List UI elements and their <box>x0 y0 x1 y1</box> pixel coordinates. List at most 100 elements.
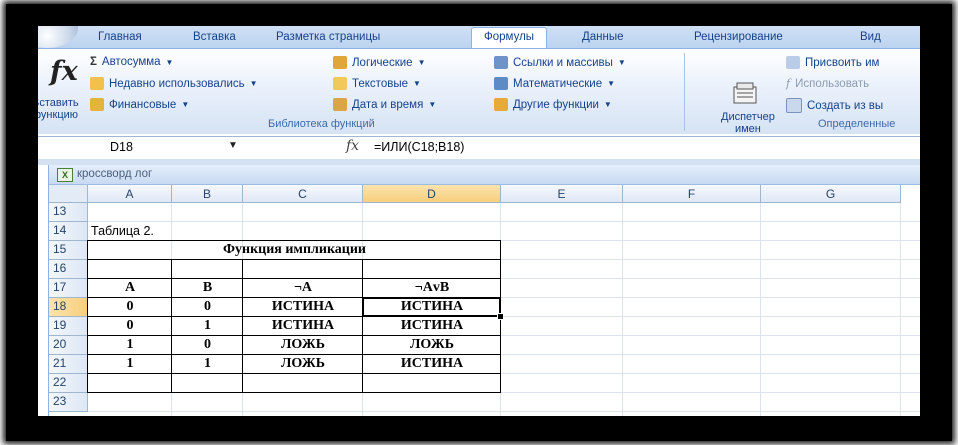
table-cell[interactable]: 0 <box>172 337 243 353</box>
table-cell[interactable]: ИСТИНА <box>363 356 501 372</box>
dropdown-arrow-icon: ▼ <box>617 58 626 67</box>
ribbon-formulas: fx Вставить функцию Σ Автосумма ▼ Недавн… <box>38 49 920 135</box>
use-in-formula-button[interactable]: f Использовать <box>786 77 869 90</box>
financial-button[interactable]: Финансовые ▼ <box>90 98 189 111</box>
table-header-cell: ¬АvВ <box>414 280 450 295</box>
tab-home[interactable]: Главная <box>98 31 142 43</box>
dropdown-arrow-icon: ▼ <box>165 57 174 67</box>
tab-review[interactable]: Рецензирование <box>694 31 783 43</box>
select-all-corner[interactable] <box>49 185 88 203</box>
star-book-icon <box>90 77 104 90</box>
dropdown-arrow-icon: ▼ <box>428 100 437 109</box>
row-header-17[interactable]: 17 <box>49 279 88 298</box>
row-header-16[interactable]: 16 <box>49 260 88 279</box>
sigma-icon: Σ <box>90 56 97 68</box>
table-border <box>87 259 501 260</box>
row-header-14[interactable]: 14 <box>49 222 88 241</box>
table-cell[interactable]: 1 <box>88 337 172 353</box>
row-header-21[interactable]: 21 <box>49 355 88 374</box>
table-cell[interactable]: 0 <box>88 299 172 315</box>
row-header-18[interactable]: 18 <box>49 298 88 317</box>
date-time-button[interactable]: Дата и время ▼ <box>333 98 436 111</box>
grid-create-icon <box>786 98 802 113</box>
column-header-e[interactable]: E <box>501 185 623 203</box>
table-border <box>87 240 88 393</box>
name-box-dropdown-icon[interactable]: ▼ <box>228 140 238 151</box>
calendar-book-icon <box>333 98 347 111</box>
office-button[interactable] <box>38 26 78 48</box>
recently-used-button[interactable]: Недавно использовались ▼ <box>90 77 258 90</box>
fx-small-icon: f <box>786 77 791 90</box>
fx-icon: fx <box>50 56 78 87</box>
row-header-19[interactable]: 19 <box>49 317 88 336</box>
column-header-g[interactable]: G <box>761 185 901 203</box>
row-header-13[interactable]: 13 <box>49 203 88 222</box>
define-name-button[interactable]: Присвоить им <box>786 56 879 69</box>
table-cell[interactable]: 1 <box>172 318 243 334</box>
row-header-22[interactable]: 22 <box>49 374 88 393</box>
table-border <box>87 240 501 241</box>
table-cell[interactable]: ЛОЖЬ <box>243 356 363 372</box>
math-trig-button[interactable]: Математические ▼ <box>494 77 615 90</box>
name-box[interactable]: D18 <box>110 140 133 154</box>
tab-formulas[interactable]: Формулы <box>471 27 548 48</box>
table-cell[interactable]: 1 <box>88 356 172 372</box>
function-library-group-label: Библиотека функций <box>268 118 375 130</box>
table-cell[interactable]: ИСТИНА <box>243 299 363 315</box>
active-cell-cursor[interactable] <box>362 297 501 317</box>
formula-input[interactable]: =ИЛИ(С18;В18) <box>374 140 464 154</box>
autosum-button[interactable]: Σ Автосумма ▼ <box>90 56 173 68</box>
row-header-15[interactable]: 15 <box>49 241 88 260</box>
group-separator <box>684 53 685 131</box>
magnifier-book-icon <box>494 56 508 69</box>
books-icon <box>494 98 508 111</box>
tab-view[interactable]: Вид <box>860 31 881 43</box>
table-cell[interactable]: 1 <box>172 356 243 372</box>
column-header-a[interactable]: A <box>88 185 172 203</box>
insert-function-fx-icon[interactable]: fx <box>346 138 359 154</box>
table-header-cell: ¬А <box>293 280 313 295</box>
name-manager-icon <box>733 82 757 104</box>
table-border <box>87 373 501 374</box>
workbook-window: X кроссворд лог A B C D E F G 13 14 15 16 17 18 19 20 2… <box>48 165 920 416</box>
dropdown-arrow-icon: ▼ <box>413 79 421 88</box>
table-caption: Таблица 2. <box>91 224 154 238</box>
table-cell[interactable]: ИСТИНА <box>363 318 501 334</box>
table-border <box>87 278 501 279</box>
tab-page-layout[interactable]: Разметка страницы <box>276 31 380 43</box>
table-cell[interactable]: ИСТИНА <box>243 318 363 334</box>
excel-window: Главная Вставка Разметка страницы Формул… <box>38 26 920 416</box>
question-book-icon <box>333 56 347 69</box>
text-a-icon <box>333 77 347 90</box>
dropdown-arrow-icon: ▼ <box>417 58 426 67</box>
table-cell[interactable]: 0 <box>172 299 243 315</box>
coins-book-icon <box>90 98 104 111</box>
column-header-c[interactable]: C <box>243 185 363 203</box>
table-cell[interactable]: 0 <box>88 318 172 334</box>
workbook-title: кроссворд лог <box>77 168 153 180</box>
logical-button[interactable]: Логические ▼ <box>333 56 425 69</box>
table-cell[interactable]: ЛОЖЬ <box>363 337 501 353</box>
fill-handle[interactable] <box>497 313 504 320</box>
table-cell[interactable]: ЛОЖЬ <box>243 337 363 353</box>
column-header-d[interactable]: D <box>363 185 501 203</box>
theta-book-icon <box>494 77 508 90</box>
table-border <box>87 354 501 355</box>
more-functions-button[interactable]: Другие функции ▼ <box>494 98 612 111</box>
text-button[interactable]: Текстовые ▼ <box>333 77 421 90</box>
tab-insert[interactable]: Вставка <box>193 31 236 43</box>
table-border <box>87 392 501 393</box>
lookup-reference-button[interactable]: Ссылки и массивы ▼ <box>494 56 626 69</box>
gridline <box>760 203 761 416</box>
column-header-f[interactable]: F <box>623 185 761 203</box>
table-border <box>362 259 363 393</box>
table-border <box>87 335 501 336</box>
tab-data[interactable]: Данные <box>582 31 624 43</box>
gridline <box>88 411 920 412</box>
row-header-20[interactable]: 20 <box>49 336 88 355</box>
column-header-b[interactable]: B <box>172 185 243 203</box>
insert-function-label: Вставить функцию <box>38 97 79 121</box>
row-header-23[interactable]: 23 <box>49 393 88 412</box>
create-from-selection-button[interactable]: Создать из вы <box>786 98 883 113</box>
dropdown-arrow-icon: ▼ <box>603 100 612 109</box>
